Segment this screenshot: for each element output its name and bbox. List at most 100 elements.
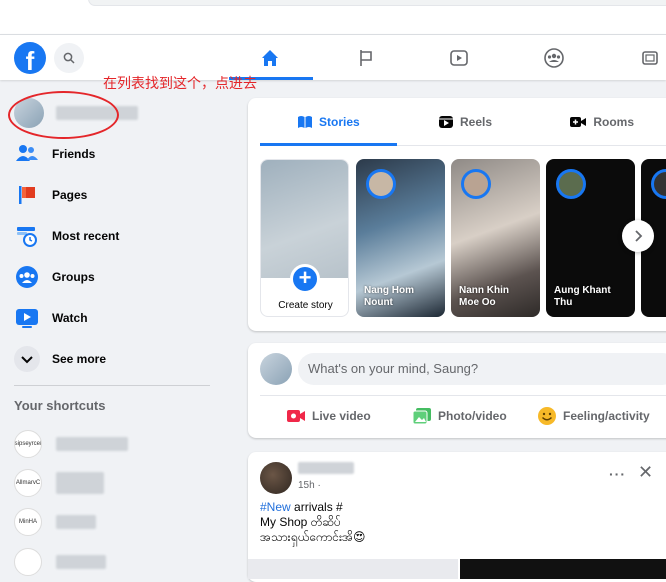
story-card[interactable]: Nang Hom Nount [356,159,445,317]
video-camera-plus-icon [569,115,587,129]
nav-gaming-button[interactable] [636,44,664,72]
nav-pages-button[interactable] [352,44,380,72]
smiley-icon [537,406,557,426]
post-image[interactable] [460,559,666,579]
story-name: Nann Khin Moe Oo [459,285,509,308]
live-video-button[interactable]: Live video [286,403,371,429]
sidebar-item-friends[interactable]: Friends [14,139,95,169]
live-video-icon [286,408,306,424]
post-line: အသားရှယ်ကောင်းအိ😍 [260,530,366,544]
gaming-icon [642,51,658,65]
home-icon [262,50,278,66]
story-avatar [461,169,491,199]
post-image[interactable] [248,559,458,579]
avatar [260,353,292,385]
sidebar-item-see-more[interactable]: See more [14,344,106,374]
annotation-text: 在列表找到这个，点进去 [103,76,257,92]
action-label: Feeling/activity [563,409,650,423]
reels-icon [438,114,454,130]
chevron-right-icon [635,230,643,242]
shortcut-name-redacted [56,555,106,569]
chevron-down-icon [14,346,40,372]
groups-icon [14,264,40,290]
tab-reels[interactable]: Reels [397,98,534,145]
groups-icon [544,48,564,68]
tab-label: Reels [459,114,493,129]
post-body: #New arrivals # My Shop တိဆိပ် အသားရှယ်က… [260,500,366,545]
nav-groups-button[interactable] [540,44,568,72]
sidebar-item-watch[interactable]: Watch [14,303,88,333]
post-options-button[interactable]: ··· [609,466,626,482]
photo-video-button[interactable]: Photo/video [412,403,507,429]
watch-icon [14,305,40,331]
sidebar-divider [14,385,210,386]
story-name: Aung Khant Thu [554,285,611,308]
avatar[interactable] [260,462,292,494]
nav-watch-button[interactable] [445,44,473,72]
post-timestamp[interactable]: 15h · [298,480,321,491]
shortcuts-title: Your shortcuts [14,398,106,413]
pages-flag-icon [14,182,40,208]
create-story-photo [261,160,348,278]
shortcut-avatar: MinHA [14,508,42,536]
search-button[interactable] [54,43,84,73]
address-bar[interactable] [88,0,666,6]
shortcut-avatar: AllmarvC [14,469,42,497]
shortcut-avatar: sipseyrcel [14,430,42,458]
tab-rooms[interactable]: Rooms [533,98,666,145]
feeling-activity-button[interactable]: Feeling/activity [537,403,650,429]
shortcut-item[interactable] [14,548,106,576]
facebook-logo[interactable]: f [14,42,46,74]
post-line: arrivals # [290,500,343,514]
sidebar-item-label: Most recent [52,229,120,243]
tab-stories[interactable]: Stories [260,98,397,146]
tab-label: Rooms [593,114,635,129]
story-card[interactable]: Nann Khin Moe Oo [451,159,540,317]
story-avatar [366,169,396,199]
annotation-ellipse [8,91,119,139]
sidebar-item-groups[interactable]: Groups [14,262,95,292]
post-author-redacted [298,462,354,474]
shortcut-name-redacted [56,437,128,451]
action-label: Photo/video [438,409,507,423]
post-line: My Shop တိဆိပ် [260,515,341,529]
stories-next-button[interactable] [622,220,654,252]
shortcut-name-redacted [56,515,96,529]
stories-tabs: Stories Reels Rooms [260,98,666,146]
create-story-label: Create story [278,300,333,311]
video-icon [450,50,468,66]
action-label: Live video [312,409,371,423]
shortcut-name-redacted [56,472,104,494]
stories-card: Stories Reels Rooms + Create story Nang … [248,98,666,331]
composer-divider [260,395,666,396]
status-input[interactable]: What's on your mind, Saung? [298,353,666,385]
search-icon [63,52,75,64]
book-icon [297,115,313,129]
sidebar-item-most-recent[interactable]: Most recent [14,221,119,251]
browser-strip [0,0,666,34]
shortcut-item[interactable]: AllmarvC [14,469,104,497]
friends-icon [14,141,40,167]
hashtag-link[interactable]: #New [260,500,291,514]
feed-post: 15h · ··· ✕ #New arrivals # My Shop တိဆိ… [248,452,666,582]
sidebar-item-label: Watch [52,311,88,325]
story-name: Nang Hom Nount [364,285,414,308]
sidebar-item-label: Groups [52,270,95,284]
story-avatar [651,169,666,199]
shortcut-avatar [14,548,42,576]
shortcut-item[interactable]: sipseyrcel [14,430,128,458]
photo-icon [412,407,432,425]
sidebar-item-pages[interactable]: Pages [14,180,87,210]
nav-home-button[interactable] [256,44,284,72]
post-composer: What's on your mind, Saung? Live video P… [248,343,666,438]
post-hide-button[interactable]: ✕ [638,462,653,483]
story-avatar [556,169,586,199]
create-story-button[interactable]: + Create story [260,159,349,317]
sidebar-item-label: See more [52,352,107,366]
sidebar-item-label: Friends [52,147,96,161]
top-navigation: f [0,34,666,80]
sidebar-item-label: Pages [52,188,88,202]
flag-icon [360,50,372,66]
shortcut-item[interactable]: MinHA [14,508,96,536]
clock-icon [14,223,40,249]
